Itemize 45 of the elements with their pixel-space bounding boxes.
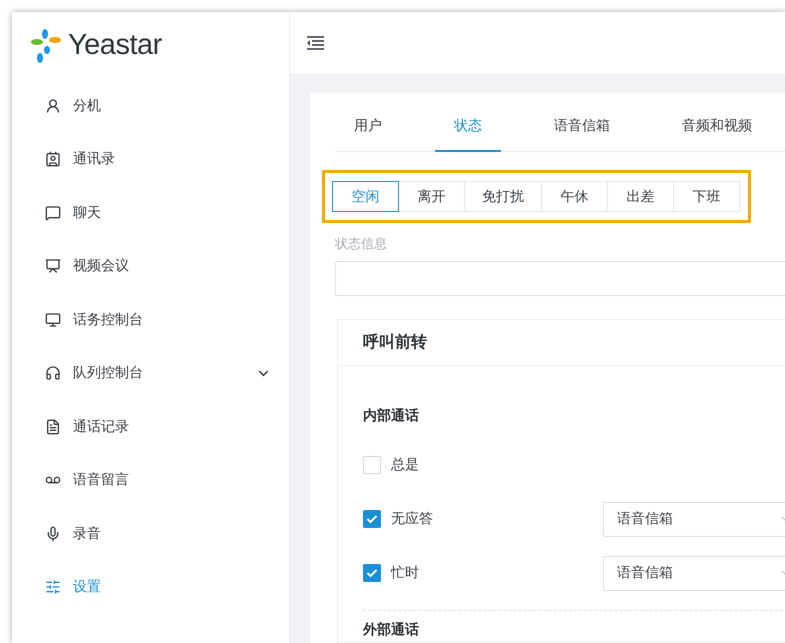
sidebar-item[interactable]: 聊天 [12,186,289,240]
tab[interactable]: 语音信箱 [535,101,629,152]
field-label: 状态信息 [335,236,388,253]
checkbox-label: 总是 [391,456,419,474]
sidebar-item[interactable]: 语音留言 [12,454,289,507]
sidebar-item[interactable]: 视频会议 [12,240,289,293]
status-message-field[interactable] [335,261,785,296]
tab[interactable]: 音频和视频 [663,101,771,152]
sidebar-item[interactable]: 通话记录 [12,400,289,454]
sidebar-item[interactable]: 设置 [12,560,289,614]
tab[interactable]: 状态 [435,101,501,152]
checkmark-icon [366,568,378,578]
checkmark-icon [366,514,378,524]
section-title: 外部通话 [363,620,420,640]
section-title: 内部通话 [363,406,420,426]
tab[interactable]: 用户 [335,101,401,152]
checkbox-label: 忙时 [391,564,419,582]
collapse-menu-icon[interactable] [306,34,324,50]
status-option[interactable]: 下班 [673,181,740,212]
checkbox[interactable] [363,564,381,582]
status-option[interactable]: 离开 [398,181,465,212]
chat-icon [45,204,61,221]
settings-icon [45,579,61,596]
document-icon [45,418,61,435]
presentation-icon [45,258,61,274]
destination-dropdown[interactable]: 语音信箱 [603,556,785,590]
logo-text: Yeastar [68,29,162,62]
panel-title: 呼叫前转 [363,332,427,353]
monitor-icon [45,312,61,328]
contact-book-icon [45,151,61,168]
status-option[interactable]: 午休 [541,181,608,212]
logo-icon [30,28,64,64]
sidebar-item[interactable]: 通讯录 [12,132,289,186]
checkbox[interactable] [363,510,381,528]
status-option[interactable]: 免打扰 [464,181,542,212]
status-option[interactable]: 空闲 [332,181,399,212]
checkbox-label: 无应答 [391,510,433,528]
microphone-icon [45,526,61,542]
sidebar-item[interactable]: 分机 [12,79,289,132]
sidebar-item[interactable]: 录音 [12,507,289,560]
sidebar-item[interactable]: 队列控制台 [12,346,289,400]
sidebar-item[interactable]: 话务控制台 [12,293,289,346]
headphones-icon [45,365,61,382]
destination-dropdown[interactable]: 语音信箱 [603,502,785,536]
status-option[interactable]: 出差 [607,181,674,212]
